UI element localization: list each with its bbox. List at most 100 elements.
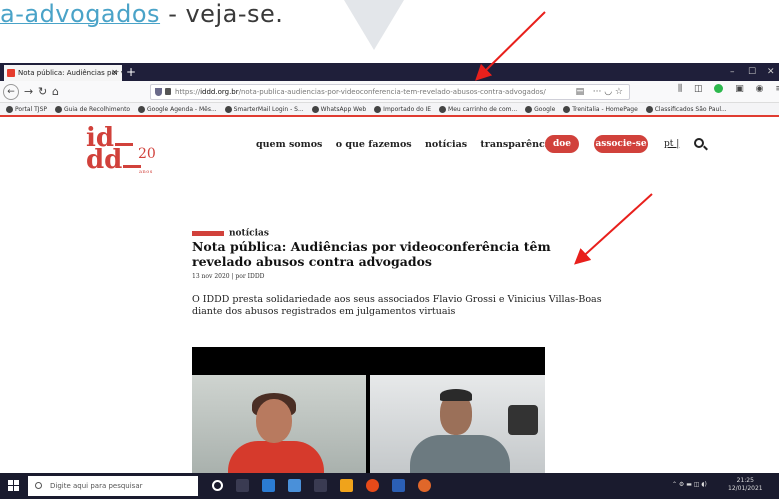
close-tab-icon[interactable]: ✕ — [111, 65, 118, 81]
bookmark-item[interactable]: WhatsApp Web — [311, 103, 366, 115]
library-icon[interactable]: ⫼ — [678, 84, 682, 94]
bookmark-item[interactable]: Importado do IE — [374, 103, 431, 115]
globe-icon — [645, 106, 653, 113]
maximize-icon[interactable]: ☐ — [748, 63, 756, 81]
chrome-icon[interactable] — [366, 479, 379, 492]
back-icon[interactable]: ← — [3, 84, 19, 100]
bookmark-item[interactable]: Google Agenda - Mês... — [138, 103, 217, 115]
extension-green-icon[interactable] — [714, 84, 724, 93]
url-path: /nota-publica-audiencias-por-videoconfer… — [238, 88, 546, 96]
search-icon[interactable] — [694, 138, 704, 148]
background-object — [508, 405, 538, 435]
article-meta: 13 nov 2020 | por IDDD — [192, 273, 265, 280]
url-actions: ▤ ··· ◡ ☆ — [576, 85, 623, 99]
bookmark-icon — [6, 106, 13, 113]
web-page: id dd 20 anos quem somos o que fazemos n… — [0, 119, 779, 473]
globe-icon — [54, 106, 62, 113]
taskbar-clock[interactable]: 21:25 12/01/2021 — [728, 477, 763, 493]
sidebar-icon[interactable]: ◫ — [694, 84, 703, 94]
word-icon[interactable] — [392, 479, 405, 492]
taskbar-search-placeholder: Digite aqui para pesquisar — [50, 482, 143, 490]
new-tab-icon[interactable]: + — [126, 63, 136, 81]
globe-icon — [138, 106, 146, 113]
donate-button[interactable]: doe — [545, 135, 579, 153]
category-text[interactable]: notícias — [229, 229, 269, 239]
system-tray[interactable]: ⌃ ⚙ ▬ ◫ ◖) — [672, 481, 707, 488]
language-link[interactable]: pt | — [664, 139, 679, 149]
nav-quem-somos[interactable]: quem somos — [256, 139, 322, 150]
navigation-bar: ← → ↻ ⌂ https://iddd.org.br/nota-publica… — [0, 81, 779, 103]
document-text-line: a-advogados - veja-se. — [0, 0, 283, 40]
globe-icon — [525, 106, 533, 113]
bookmark-item[interactable]: Guia de Recolhimento — [54, 103, 130, 115]
minimize-icon[interactable]: – — [730, 63, 735, 81]
document-app-icon[interactable] — [288, 479, 301, 492]
bookmark-item[interactable]: Meu carrinho de com... — [439, 103, 517, 115]
address-bar[interactable]: https://iddd.org.br/nota-publica-audienc… — [150, 84, 630, 100]
tab-bar: Nota pública: Audiências por v ✕ + – ☐ ✕ — [0, 63, 779, 81]
category-bar — [192, 231, 224, 236]
media-app-icon[interactable] — [314, 479, 327, 492]
globe-icon — [311, 106, 319, 113]
more-icon[interactable]: ··· — [593, 87, 602, 97]
favicon-icon — [7, 69, 15, 77]
forward-icon[interactable]: → — [24, 84, 33, 100]
logo-line2-wrap: dd 20 anos — [86, 146, 156, 175]
logo-line2: dd — [86, 145, 123, 175]
bookmark-item[interactable]: Google — [525, 103, 555, 115]
browser-tab[interactable]: Nota pública: Audiências por v ✕ — [4, 65, 122, 81]
video-participant-right — [370, 375, 545, 473]
reader-icon[interactable]: ▤ — [576, 87, 585, 97]
bookmark-item[interactable]: Trenitalia - HomePage — [563, 103, 638, 115]
pocket-icon[interactable]: ◡ — [604, 87, 612, 97]
url-domain: iddd.org.br — [200, 88, 239, 96]
main-nav: quem somos o que fazemos notícias transp… — [256, 139, 565, 150]
close-window-icon[interactable]: ✕ — [767, 63, 775, 81]
firefox-icon[interactable] — [418, 479, 431, 492]
logo-anos: anos — [139, 169, 153, 175]
person-head — [256, 399, 292, 443]
person-body — [410, 435, 510, 473]
menu-icon[interactable]: ≡ — [775, 84, 779, 94]
bookmark-item[interactable]: Classificados São Paul... — [645, 103, 727, 115]
join-button[interactable]: associe-se — [594, 135, 648, 153]
bookmark-star-icon[interactable]: ☆ — [615, 87, 623, 97]
lock-icon — [165, 88, 171, 95]
bookmark-item[interactable]: Portal TJSP — [6, 103, 47, 115]
nav-transparencia[interactable]: transparência — [480, 139, 554, 150]
bookmark-item[interactable]: SmarterMail Login - S... — [224, 103, 304, 115]
account-icon[interactable]: ◉ — [756, 84, 764, 94]
nav-noticias[interactable]: notícias — [425, 139, 467, 150]
windows-start-icon[interactable] — [8, 480, 20, 492]
globe-icon — [439, 106, 447, 113]
taskbar-search-input[interactable]: Digite aqui para pesquisar — [28, 476, 198, 496]
article-lead: O IDDD presta solidariedade aos seus ass… — [192, 294, 602, 317]
toolbar-icons: ⫼ ◫ ▣ ◉ ≡ — [678, 84, 779, 94]
reload-icon[interactable]: ↻ — [38, 84, 47, 100]
windows-taskbar: Digite aqui para pesquisar ⌃ ⚙ ▬ ◫ ◖) 21… — [0, 473, 779, 499]
video-player[interactable] — [192, 347, 545, 473]
browser-screenshot: Nota pública: Audiências por v ✕ + – ☐ ✕… — [0, 63, 779, 499]
file-explorer-icon[interactable] — [340, 479, 353, 492]
site-logo[interactable]: id dd 20 anos — [86, 125, 156, 175]
tab-title: Nota pública: Audiências por v — [18, 69, 122, 77]
nav-o-que-fazemos[interactable]: o que fazemos — [336, 139, 412, 150]
search-icon — [35, 482, 42, 489]
calendar-app-icon[interactable] — [262, 479, 275, 492]
video-participant-left — [192, 375, 366, 473]
url-prefix: https:// — [175, 88, 201, 96]
document-text-rest: - veja-se. — [160, 0, 284, 28]
bookmarks-bar: Portal TJSP Guia de Recolhimento Google … — [0, 103, 779, 117]
home-icon[interactable]: ⌂ — [52, 84, 59, 100]
clock-time: 21:25 — [736, 477, 754, 484]
document-link[interactable]: a-advogados — [0, 0, 160, 28]
task-view-icon[interactable] — [236, 479, 249, 492]
person-hair — [440, 389, 472, 401]
globe-icon — [224, 106, 232, 113]
globe-icon — [563, 106, 571, 113]
cortana-icon[interactable] — [212, 480, 223, 491]
shield-icon — [155, 88, 162, 96]
extension-icon[interactable]: ▣ — [735, 84, 744, 94]
callout-triangle — [344, 0, 404, 50]
article-title: Nota pública: Audiências por videoconfer… — [192, 239, 551, 269]
